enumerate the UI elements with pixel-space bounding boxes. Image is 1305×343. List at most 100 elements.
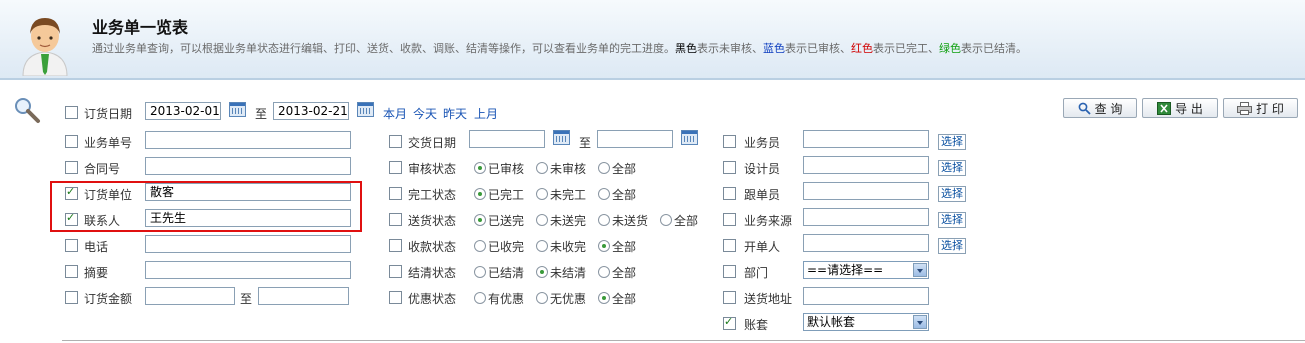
follower-checkbox[interactable] xyxy=(723,187,736,200)
settle-option-label: 全部 xyxy=(612,266,637,280)
delivery-date-from-input[interactable] xyxy=(469,130,545,148)
delivery-date-to-label: 至 xyxy=(579,136,592,150)
settle-status-checkbox[interactable] xyxy=(389,265,402,278)
amount-label: 订货金额 xyxy=(84,292,133,306)
delivery-date-checkbox[interactable] xyxy=(389,135,402,148)
receive-radio-all[interactable] xyxy=(598,240,610,252)
receive-option-label: 已收完 xyxy=(488,240,525,254)
print-button[interactable]: 打 印 xyxy=(1223,98,1298,118)
query-button[interactable]: 查 询 xyxy=(1063,98,1137,118)
order-no-label: 业务单号 xyxy=(84,136,133,150)
source-checkbox[interactable] xyxy=(723,213,736,226)
ship-status-checkbox[interactable] xyxy=(389,213,402,226)
calendar-icon[interactable] xyxy=(553,130,570,145)
calendar-icon[interactable] xyxy=(357,102,374,117)
source-input[interactable] xyxy=(803,208,929,226)
order-date-to-input[interactable]: 2013-02-21 xyxy=(273,102,349,120)
amount-to-input[interactable] xyxy=(258,287,349,305)
audit-radio-unapproved[interactable] xyxy=(536,162,548,174)
printer-icon xyxy=(1237,101,1253,115)
receive-option-label: 未收完 xyxy=(550,240,587,254)
salesman-pick-button[interactable]: 选择 xyxy=(938,134,966,150)
order-date-label: 订货日期 xyxy=(84,107,133,121)
ship-radio-partial[interactable] xyxy=(536,214,548,226)
delivery-date-to-input[interactable] xyxy=(597,130,673,148)
phone-checkbox[interactable] xyxy=(65,239,78,252)
designer-checkbox[interactable] xyxy=(723,161,736,174)
designer-pick-button[interactable]: 选择 xyxy=(938,160,966,176)
complete-option-label: 全部 xyxy=(612,188,637,202)
complete-radio-done[interactable] xyxy=(474,188,486,200)
account-checkbox[interactable] xyxy=(723,315,736,330)
account-label: 账套 xyxy=(744,318,769,332)
discount-radio-all[interactable] xyxy=(598,292,610,304)
export-button[interactable]: 导 出 xyxy=(1142,98,1218,118)
order-date-checkbox[interactable] xyxy=(65,106,78,119)
contract-no-input[interactable] xyxy=(145,157,351,175)
delivery-date-label: 交货日期 xyxy=(408,136,457,150)
ship-radio-shipped[interactable] xyxy=(474,214,486,226)
divider xyxy=(62,340,1305,341)
ship-radio-all[interactable] xyxy=(660,214,672,226)
creator-input[interactable] xyxy=(803,234,929,252)
complete-status-checkbox[interactable] xyxy=(389,187,402,200)
ship-option-label: 未送完 xyxy=(550,214,587,228)
settle-radio-all[interactable] xyxy=(598,266,610,278)
receive-option-label: 全部 xyxy=(612,240,637,254)
follower-input[interactable] xyxy=(803,182,929,200)
amount-checkbox[interactable] xyxy=(65,291,78,304)
complete-status-label: 完工状态 xyxy=(408,188,457,202)
salesman-label: 业务员 xyxy=(744,136,781,150)
dept-select[interactable]: ==请选择== xyxy=(803,261,929,279)
summary-label: 摘要 xyxy=(84,266,109,280)
quick-this-month-link[interactable]: 本月 xyxy=(383,105,407,122)
summary-checkbox[interactable] xyxy=(65,265,78,278)
highlight-box xyxy=(50,181,362,232)
chevron-down-icon xyxy=(913,263,927,277)
discount-status-label: 优惠状态 xyxy=(408,292,457,306)
quick-last-month-link[interactable]: 上月 xyxy=(474,105,498,122)
amount-to-label: 至 xyxy=(240,292,253,306)
creator-pick-button[interactable]: 选择 xyxy=(938,238,966,254)
quick-yesterday-link[interactable]: 昨天 xyxy=(443,105,467,122)
designer-input[interactable] xyxy=(803,156,929,174)
phone-input[interactable] xyxy=(145,235,351,253)
account-select[interactable]: 默认帐套 xyxy=(803,313,929,331)
receive-radio-partial[interactable] xyxy=(536,240,548,252)
salesman-checkbox[interactable] xyxy=(723,135,736,148)
settle-radio-done[interactable] xyxy=(474,266,486,278)
dept-checkbox[interactable] xyxy=(723,265,736,278)
complete-radio-all[interactable] xyxy=(598,188,610,200)
audit-status-checkbox[interactable] xyxy=(389,161,402,174)
discount-radio-yes[interactable] xyxy=(474,292,486,304)
summary-input[interactable] xyxy=(145,261,351,279)
quick-today-link[interactable]: 今天 xyxy=(413,105,437,122)
receive-status-checkbox[interactable] xyxy=(389,239,402,252)
amount-from-input[interactable] xyxy=(145,287,235,305)
audit-option-label: 已审核 xyxy=(488,162,525,176)
calendar-icon[interactable] xyxy=(229,102,246,117)
order-no-checkbox[interactable] xyxy=(65,135,78,148)
receive-radio-done[interactable] xyxy=(474,240,486,252)
order-date-from-input[interactable]: 2013-02-01 xyxy=(145,102,221,120)
contract-no-checkbox[interactable] xyxy=(65,161,78,174)
address-checkbox[interactable] xyxy=(723,291,736,304)
ship-radio-none[interactable] xyxy=(598,214,610,226)
ship-option-label: 已送完 xyxy=(488,214,525,228)
creator-checkbox[interactable] xyxy=(723,239,736,252)
discount-option-label: 无优惠 xyxy=(550,292,587,306)
discount-radio-no[interactable] xyxy=(536,292,548,304)
discount-status-checkbox[interactable] xyxy=(389,291,402,304)
audit-radio-all[interactable] xyxy=(598,162,610,174)
address-input[interactable] xyxy=(803,287,929,305)
excel-icon xyxy=(1157,101,1172,115)
follower-pick-button[interactable]: 选择 xyxy=(938,186,966,202)
settle-radio-undone[interactable] xyxy=(536,266,548,278)
salesman-input[interactable] xyxy=(803,130,929,148)
ship-status-label: 送货状态 xyxy=(408,214,457,228)
calendar-icon[interactable] xyxy=(681,130,698,145)
source-pick-button[interactable]: 选择 xyxy=(938,212,966,228)
complete-radio-undone[interactable] xyxy=(536,188,548,200)
audit-radio-approved[interactable] xyxy=(474,162,486,174)
order-no-input[interactable] xyxy=(145,131,351,149)
